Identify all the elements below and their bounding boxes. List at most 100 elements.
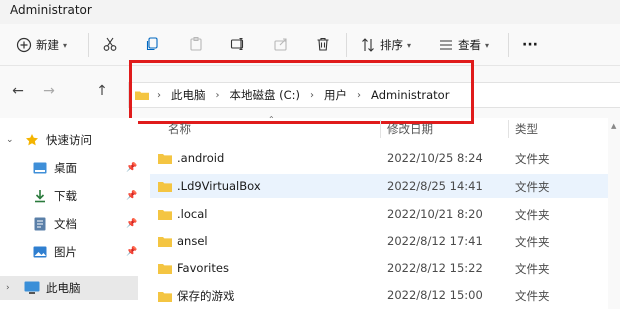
forward-button[interactable]: → [41, 83, 57, 99]
file-name: .android [177, 151, 225, 165]
table-row[interactable]: .android 2022/10/25 8:24 文件夹 [150, 146, 608, 170]
chevron-down-icon: ▾ [407, 40, 412, 50]
download-icon [32, 189, 48, 203]
sidebar-item-label: 快速访问 [46, 133, 92, 147]
file-name: Favorites [177, 261, 229, 275]
share-icon [274, 38, 287, 51]
window-title: Administrator [10, 3, 92, 17]
pin-icon: 📌 [126, 191, 138, 201]
file-name: .Ld9VirtualBox [177, 179, 261, 193]
more-options-button[interactable]: ··· [522, 34, 538, 56]
pin-icon: 📌 [126, 163, 138, 173]
file-date: 2022/10/25 8:24 [387, 151, 483, 165]
plus-icon [16, 37, 32, 53]
sidebar-item-documents[interactable]: 文档 📌 [0, 212, 138, 236]
pin-icon: 📌 [126, 247, 138, 257]
pin-icon: 📌 [126, 219, 138, 229]
column-header-type[interactable]: 类型 [515, 121, 538, 137]
sidebar-item-label: 图片 [54, 245, 77, 259]
toolbar-divider [508, 33, 509, 57]
file-date: 2022/8/25 14:41 [387, 179, 483, 193]
sidebar-item-label: 下载 [54, 189, 77, 203]
column-header-date[interactable]: 修改日期 [387, 121, 433, 137]
more-icon: ··· [522, 37, 538, 53]
file-list: ⌃ 名称 修改日期 类型 .android 2022/10/25 8:24 文件… [150, 115, 608, 309]
table-row[interactable]: ansel 2022/8/12 17:41 文件夹 [150, 229, 608, 253]
new-button-label: 新建 [36, 38, 59, 52]
chevron-down-icon: ▾ [63, 40, 68, 50]
paste-button[interactable] [187, 35, 205, 53]
file-date: 2022/8/12 15:22 [387, 261, 483, 275]
file-name: 保存的游戏 [177, 289, 235, 303]
table-row[interactable]: Favorites 2022/8/12 15:22 文件夹 [150, 256, 608, 280]
column-divider[interactable] [380, 120, 381, 138]
vertical-scrollbar[interactable]: ▲ [608, 118, 620, 309]
new-button[interactable]: 新建 ▾ [16, 34, 67, 56]
table-row[interactable]: .local 2022/10/21 8:20 文件夹 [150, 202, 608, 226]
toolbar-divider [88, 33, 89, 57]
sort-button[interactable]: 排序 ▾ [360, 34, 411, 56]
file-date: 2022/10/21 8:20 [387, 207, 483, 221]
file-date: 2022/8/12 17:41 [387, 234, 483, 248]
folder-icon [158, 263, 172, 274]
file-name: ansel [177, 234, 208, 248]
column-divider[interactable] [508, 120, 509, 138]
folder-icon [158, 236, 172, 247]
sidebar-item-label: 桌面 [54, 161, 77, 175]
toolbar-divider [346, 33, 347, 57]
sidebar-item-desktop[interactable]: 桌面 📌 [0, 156, 138, 180]
sidebar-item-downloads[interactable]: 下载 📌 [0, 184, 138, 208]
folder-icon [158, 209, 172, 220]
file-type: 文件夹 [515, 152, 550, 166]
delete-button[interactable] [314, 35, 332, 53]
rename-icon [230, 37, 244, 51]
table-row[interactable]: 保存的游戏 2022/8/12 15:00 文件夹 [150, 283, 608, 307]
sort-button-label: 排序 [380, 38, 403, 52]
sidebar-item-pictures[interactable]: 图片 📌 [0, 240, 138, 264]
file-type: 文件夹 [515, 262, 550, 276]
folder-icon [158, 181, 172, 192]
computer-icon [24, 281, 40, 295]
file-type: 文件夹 [515, 180, 550, 194]
sidebar-item-quick-access[interactable]: ⌄ 快速访问 [0, 128, 138, 152]
star-icon [24, 133, 40, 147]
picture-icon [32, 245, 48, 259]
table-row[interactable]: .Ld9VirtualBox 2022/8/25 14:41 文件夹 [150, 174, 608, 198]
chevron-right-icon: › [6, 283, 10, 293]
arrow-left-icon: ← [12, 83, 24, 99]
view-icon [440, 40, 452, 50]
desktop-icon [32, 161, 48, 175]
sort-ascending-icon: ⌃ [268, 115, 275, 124]
arrow-right-icon: → [43, 83, 55, 99]
copy-button[interactable] [143, 35, 161, 53]
navigation-pane: ⌄ 快速访问 桌面 📌 下载 📌 文档 📌 图片 📌 › 此电脑 [0, 118, 138, 309]
sidebar-item-this-pc[interactable]: › 此电脑 [0, 276, 138, 300]
scissors-icon [103, 37, 117, 51]
arrow-up-icon: ↑ [96, 83, 108, 99]
view-button[interactable]: 查看 ▾ [438, 34, 489, 56]
sort-icon [362, 38, 374, 52]
paste-icon [190, 37, 202, 51]
rename-button[interactable] [229, 35, 247, 53]
column-header-name[interactable]: 名称 [168, 121, 191, 137]
copy-icon [146, 37, 158, 51]
file-name: .local [177, 207, 208, 221]
title-bar: Administrator [0, 0, 620, 24]
sidebar-item-label: 此电脑 [46, 281, 81, 295]
file-type: 文件夹 [515, 289, 550, 303]
view-button-label: 查看 [458, 38, 481, 52]
annotation-highlight-box [129, 60, 474, 124]
trash-icon [317, 37, 329, 51]
chevron-down-icon: ▾ [485, 40, 490, 50]
sidebar-item-label: 文档 [54, 217, 77, 231]
file-type: 文件夹 [515, 208, 550, 222]
folder-icon [158, 291, 172, 302]
share-button[interactable] [272, 35, 290, 53]
scroll-up-icon[interactable]: ▲ [611, 122, 616, 130]
back-button[interactable]: ← [10, 83, 26, 99]
up-button[interactable]: ↑ [94, 83, 110, 99]
document-icon [32, 217, 48, 231]
cut-button[interactable] [101, 35, 119, 53]
file-date: 2022/8/12 15:00 [387, 288, 483, 302]
chevron-down-icon: ⌄ [6, 135, 14, 145]
